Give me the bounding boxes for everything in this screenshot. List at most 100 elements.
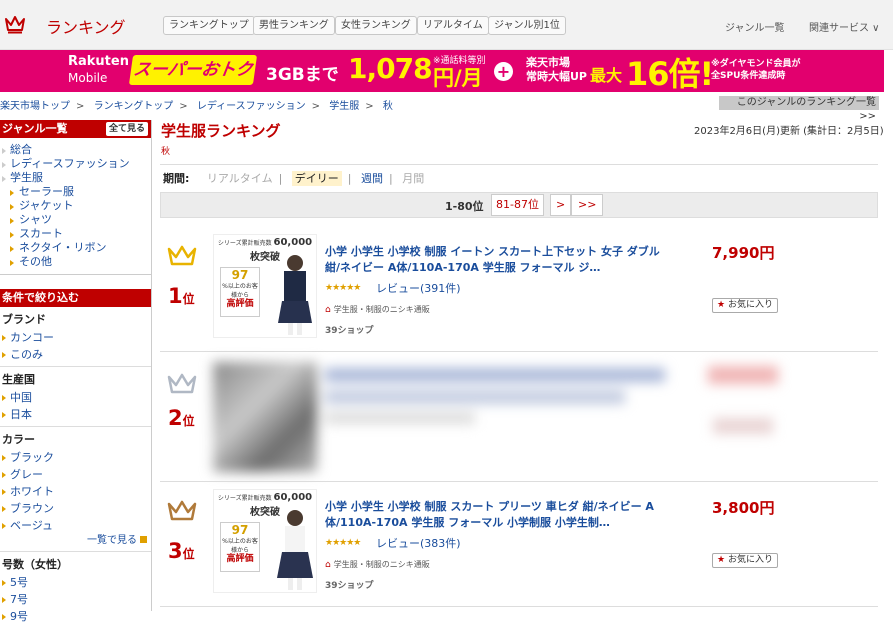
shop-link[interactable]: ⌂ 学生服・制服のニシキ通販 — [325, 559, 430, 570]
nav-ranking-top[interactable]: ランキングトップ — [163, 16, 255, 35]
origin-item[interactable]: 中国 — [0, 389, 151, 406]
banner-super-label: スーパーおトク — [128, 55, 258, 85]
rank-number: 3位 — [168, 539, 195, 563]
genre-item[interactable]: その他 — [0, 255, 151, 269]
color-item[interactable]: グレー — [0, 466, 151, 483]
divider — [160, 606, 878, 607]
banner-price: 1,078 — [348, 52, 433, 85]
shop-link[interactable]: ⌂ 学生服・制服のニシキ通販 — [325, 304, 430, 315]
favorite-button[interactable]: ★ お気に入り — [712, 298, 778, 313]
origin-list: 中国 日本 — [0, 389, 151, 423]
nav-genre-first[interactable]: ジャンル別1位 — [488, 16, 566, 35]
size-item[interactable]: 7号 — [0, 591, 151, 608]
period-monthly[interactable]: 月間 — [402, 172, 424, 185]
divider — [160, 351, 878, 352]
sidebar: ジャンル一覧 全て見る 総合 レディースファッション 学生服 セーラー服 ジャケ… — [0, 120, 152, 623]
silver-crown-icon — [167, 373, 197, 394]
genre-item[interactable]: ネクタイ・リボン — [0, 241, 151, 255]
crumb-autumn[interactable]: 秋 — [383, 101, 393, 112]
show-all-button[interactable]: 全て見る — [105, 122, 148, 136]
brand-list: カンコー このみ — [0, 329, 151, 363]
arrow-icon — [140, 536, 147, 543]
genre-list: 総合 レディースファッション 学生服 セーラー服 ジャケット シャツ スカート … — [0, 138, 151, 275]
genre-item[interactable]: 総合 — [0, 143, 151, 157]
brand-title: ブランド — [2, 313, 46, 326]
pager-next[interactable]: > — [550, 194, 572, 216]
color-item[interactable]: ベージュ — [0, 517, 151, 534]
genre-ranking-list-button[interactable]: このジャンルのランキング一覧 >> — [719, 96, 879, 122]
origin-item[interactable]: 日本 — [0, 406, 151, 423]
favorite-button[interactable]: ★ お気に入り — [712, 553, 778, 568]
genre-list-link[interactable]: ジャンル一覧 — [725, 19, 785, 34]
model-image — [277, 510, 313, 590]
nav-female-ranking[interactable]: 女性ランキング — [335, 16, 417, 35]
page-subtitle: 秋 — [161, 147, 171, 157]
period-selector: 期間: リアルタイム | デイリー | 週間 | 月間 — [163, 171, 425, 186]
blurred-product[interactable] — [213, 362, 878, 472]
genre-item[interactable]: レディースファッション — [0, 157, 151, 171]
plus-icon: + — [494, 62, 513, 81]
genre-item[interactable]: ジャケット — [0, 199, 151, 213]
genre-item[interactable]: セーラー服 — [0, 185, 151, 199]
color-item[interactable]: ホワイト — [0, 483, 151, 500]
ranking-title[interactable]: ランキング — [46, 14, 126, 38]
gold-crown-icon — [167, 245, 197, 266]
pager: 1-80位 81-87位 > >> — [160, 192, 878, 218]
banner-ichiba: 楽天市場 常時大幅UP — [526, 56, 587, 83]
top-header: ランキング ランキングトップ 男性ランキング 女性ランキング リアルタイム ジャ… — [0, 0, 893, 50]
crumb-ladies-fashion[interactable]: レディースファッション — [197, 101, 306, 112]
color-item[interactable]: ブラック — [0, 449, 151, 466]
reviews-link[interactable]: レビュー(391件) — [376, 280, 461, 296]
divider — [160, 164, 878, 165]
see-more-link[interactable]: 一覧で見る — [0, 534, 151, 548]
ranking-item: 3位 シリーズ累計販売数 60,000枚突破 97 %以上のお客様から 高評価 小学… — [160, 489, 878, 597]
rating-stars: ★★★★★ — [325, 283, 361, 293]
banner-brand-sub: Mobile — [68, 71, 108, 85]
home-icon: ⌂ — [325, 560, 331, 570]
period-realtime[interactable]: リアルタイム — [207, 172, 273, 185]
shop-logo: 39ショップ — [325, 581, 374, 591]
period-weekly[interactable]: 週間 — [361, 172, 383, 185]
filter-header: 条件で絞り込む — [0, 289, 151, 307]
promo-banner[interactable]: Rakuten Mobile スーパーおトク 3GBまで 1,078 ※通話料等… — [0, 50, 884, 92]
nav-male-ranking[interactable]: 男性ランキング — [253, 16, 335, 35]
banner-times: 16倍! — [626, 55, 714, 92]
color-item[interactable]: ブラウン — [0, 500, 151, 517]
page-title: 学生服ランキング — [161, 122, 281, 140]
crumb-school-uniform[interactable]: 学生服 — [329, 101, 359, 112]
crown-logo-icon[interactable] — [4, 14, 26, 34]
genre-item[interactable]: 学生服 — [0, 171, 151, 185]
update-date: 2023年2月6日(月)更新 (集計日：2月5日) — [694, 126, 884, 137]
product-image[interactable]: シリーズ累計販売数 60,000枚突破 97 %以上のお客様から 高評価 — [213, 234, 317, 338]
reviews-link[interactable]: レビュー(383件) — [376, 535, 461, 551]
model-image — [278, 255, 312, 335]
pager-next-range[interactable]: 81-87位 — [491, 194, 544, 216]
rank-number: 2位 — [168, 406, 195, 430]
related-services-link[interactable]: 関連サービス ∨ — [809, 19, 880, 34]
crumb-ranking-top[interactable]: ランキングトップ — [94, 101, 174, 112]
pager-last[interactable]: >> — [571, 194, 604, 216]
color-title: カラー — [2, 433, 35, 446]
price: 3,800円 — [712, 499, 775, 517]
size-item[interactable]: 5号 — [0, 574, 151, 591]
brand-item[interactable]: このみ — [0, 346, 151, 363]
genre-item[interactable]: スカート — [0, 227, 151, 241]
ranking-item: 2位 — [160, 362, 878, 472]
breadcrumb: 楽天市場トップ > ランキングトップ > レディースファッション > 学生服 > 秋 — [0, 101, 393, 112]
size-title: 号数（女性） — [2, 558, 68, 571]
product-name-link[interactable]: 小学 小学生 小学校 制服 イートン スカート上下セット 女子 ダブル 紺/ネイ… — [325, 244, 675, 276]
rating-stars: ★★★★★ — [325, 538, 361, 548]
nav-realtime[interactable]: リアルタイム — [417, 16, 489, 35]
period-daily[interactable]: デイリー — [291, 171, 342, 186]
genre-item[interactable]: シャツ — [0, 213, 151, 227]
home-icon: ⌂ — [325, 305, 331, 315]
ranking-item: 1位 シリーズ累計販売数 60,000枚突破 97 %以上のお客様から 高評価 小学… — [160, 234, 878, 342]
star-icon: ★ — [717, 555, 726, 565]
divider — [160, 481, 878, 482]
brand-item[interactable]: カンコー — [0, 329, 151, 346]
crumb-rakuten-top[interactable]: 楽天市場トップ — [0, 101, 70, 112]
product-name-link[interactable]: 小学 小学生 小学校 制服 スカート プリーツ 車ヒダ 紺/ネイビー A体/11… — [325, 499, 675, 531]
product-image[interactable]: シリーズ累計販売数 60,000枚突破 97 %以上のお客様から 高評価 — [213, 489, 317, 593]
color-list: ブラック グレー ホワイト ブラウン ベージュ — [0, 449, 151, 534]
banner-note2: ※ダイヤモンド会員が 全SPU条件達成時 — [711, 59, 801, 81]
